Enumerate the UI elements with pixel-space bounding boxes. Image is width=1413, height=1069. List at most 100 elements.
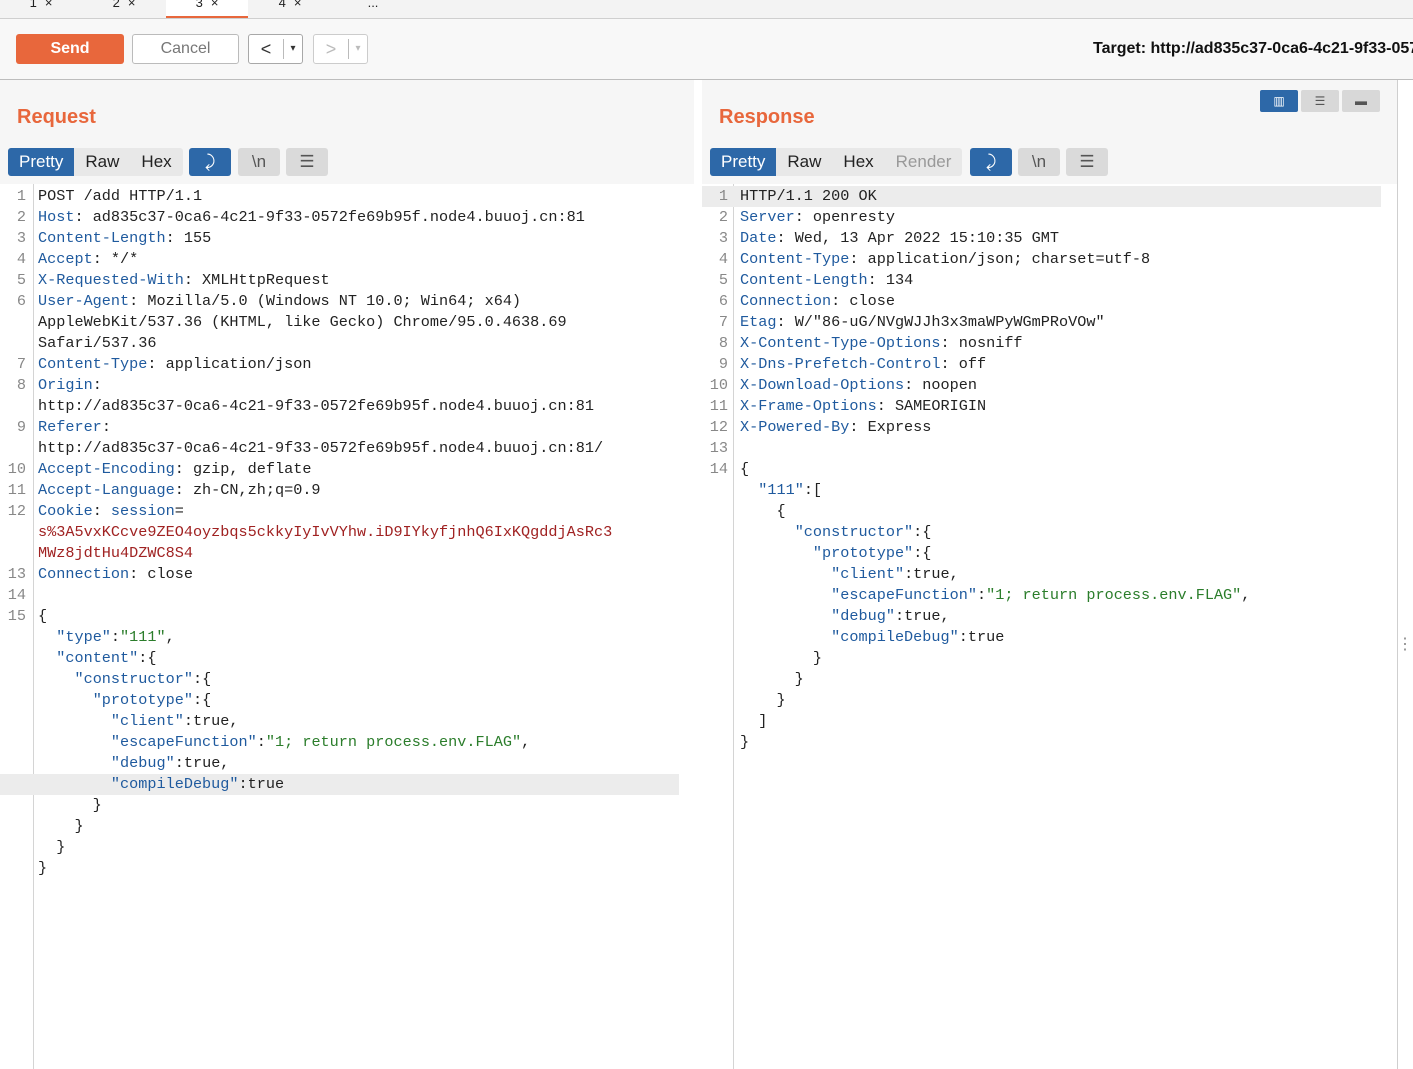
token-text: :{ bbox=[192, 670, 212, 688]
chevron-right-icon: > bbox=[325, 38, 337, 59]
close-icon[interactable]: × bbox=[128, 0, 136, 10]
close-icon[interactable]: × bbox=[294, 0, 302, 10]
repeater-tab-more[interactable]: ... bbox=[332, 0, 414, 17]
line-number: 4 bbox=[16, 250, 26, 268]
token-key: Referer bbox=[38, 418, 102, 436]
send-button[interactable]: Send bbox=[16, 34, 124, 64]
repeater-tab-3[interactable]: 3 × bbox=[166, 0, 248, 18]
token-text: POST /add HTTP/1.1 bbox=[38, 187, 203, 205]
tab-hex[interactable]: Hex bbox=[130, 148, 182, 176]
code-line: http://ad835c37-0ca6-4c21-9f33-0572fe69b… bbox=[0, 438, 679, 459]
wrap-lines-icon[interactable]: ⤸ bbox=[970, 148, 1012, 176]
token-text: : close bbox=[129, 565, 193, 583]
line-text: X-Download-Options: noopen bbox=[740, 375, 977, 396]
line-text: "constructor":{ bbox=[740, 522, 932, 543]
line-text: X-Requested-With: XMLHttpRequest bbox=[38, 270, 330, 291]
layout-vertical-icon[interactable]: ☰ bbox=[1301, 90, 1339, 112]
layout-side-by-side-icon[interactable]: ▥ bbox=[1260, 90, 1298, 112]
token-text: } bbox=[740, 670, 804, 688]
token-key: "content" bbox=[56, 649, 139, 667]
token-key: Origin bbox=[38, 376, 93, 394]
token-text: :true bbox=[238, 775, 285, 793]
token-key: Connection bbox=[38, 565, 130, 583]
line-number: 8 bbox=[718, 334, 728, 352]
code-line: 12 X-Powered-By: Express bbox=[702, 417, 1381, 438]
chevron-down-icon[interactable]: ▾ bbox=[283, 39, 302, 59]
code-line: 13 bbox=[702, 438, 1381, 459]
token-key: X-Download-Options bbox=[740, 376, 905, 394]
tab-raw[interactable]: Raw bbox=[776, 148, 832, 176]
token-key: "client" bbox=[831, 565, 905, 583]
code-line: } bbox=[702, 732, 1381, 753]
token-text: : Express bbox=[849, 418, 932, 436]
tab-render[interactable]: Render bbox=[885, 148, 963, 176]
code-line: AppleWebKit/537.36 (KHTML, like Gecko) C… bbox=[0, 312, 679, 333]
response-header: Response ▥ ☰ ▬ Pretty Raw Hex Render ⤸ \… bbox=[702, 80, 1397, 184]
token-cookie-value: s%3A5vxKCcve9ZEO4oyzbqs5ckkyIyIvVYhw.iD9… bbox=[38, 523, 613, 541]
tab-raw[interactable]: Raw bbox=[74, 148, 130, 176]
line-text: Referer: bbox=[38, 417, 111, 438]
line-text: Content-Type: application/json; charset=… bbox=[740, 249, 1150, 270]
token-string: "1; return process.env.FLAG" bbox=[265, 733, 522, 751]
wrap-lines-icon[interactable]: ⤸ bbox=[189, 148, 231, 176]
code-line: "content":{ bbox=[0, 648, 679, 669]
tab-pretty[interactable]: Pretty bbox=[710, 148, 777, 176]
repeater-tab-4[interactable]: 4 × bbox=[249, 0, 331, 17]
token-key: "debug" bbox=[831, 607, 895, 625]
token-text: { bbox=[38, 607, 48, 625]
line-text: Safari/537.36 bbox=[38, 333, 156, 354]
line-number: 12 bbox=[7, 502, 26, 520]
tab-pretty[interactable]: Pretty bbox=[8, 148, 75, 176]
line-text: Date: Wed, 13 Apr 2022 15:10:35 GMT bbox=[740, 228, 1059, 249]
close-icon[interactable]: × bbox=[45, 0, 53, 10]
token-text: : 134 bbox=[867, 271, 914, 289]
menu-icon[interactable]: ☰ bbox=[286, 148, 328, 176]
repeater-tab-2[interactable]: 2 × bbox=[83, 0, 165, 17]
line-number: 10 bbox=[7, 460, 26, 478]
line-text: "content":{ bbox=[38, 648, 157, 669]
back-button[interactable]: < ▾ bbox=[248, 34, 303, 64]
newline-icon[interactable]: \n bbox=[1018, 148, 1060, 176]
token-text: : XMLHttpRequest bbox=[183, 271, 330, 289]
code-line: 1 POST /add HTTP/1.1 bbox=[0, 186, 679, 207]
code-line: ] bbox=[702, 711, 1381, 732]
menu-icon[interactable]: ☰ bbox=[1066, 148, 1108, 176]
chevron-down-icon[interactable]: ▾ bbox=[348, 39, 367, 59]
line-text: "type":"111", bbox=[38, 627, 175, 648]
line-text: Content-Length: 134 bbox=[740, 270, 913, 291]
line-number: 5 bbox=[718, 271, 728, 289]
token-text: , bbox=[165, 628, 175, 646]
line-number: 9 bbox=[16, 418, 26, 436]
code-line: "client":true, bbox=[0, 711, 679, 732]
close-icon[interactable]: × bbox=[211, 0, 219, 10]
forward-button[interactable]: > ▾ bbox=[313, 34, 368, 64]
target-label[interactable]: Target: http://ad835c37-0ca6-4c21-9f33-0… bbox=[1093, 40, 1413, 58]
token-text: } bbox=[38, 859, 48, 877]
token-text: :{ bbox=[138, 649, 157, 667]
newline-icon[interactable]: \n bbox=[238, 148, 280, 176]
line-text: HTTP/1.1 200 OK bbox=[740, 186, 877, 207]
layout-combined-icon[interactable]: ▬ bbox=[1342, 90, 1380, 112]
response-editor[interactable]: 1 HTTP/1.1 200 OK 2 Server: openresty 3 Date:… bbox=[702, 184, 1397, 1069]
repeater-tab-1[interactable]: 1 × bbox=[0, 0, 82, 17]
splitter-handle-icon[interactable]: ⋮ bbox=[695, 637, 711, 653]
line-number: 14 bbox=[709, 460, 728, 478]
code-line: 8 X-Content-Type-Options: nosniff bbox=[702, 333, 1381, 354]
tab-label: 2 bbox=[112, 0, 120, 10]
repeater-tab-strip: 1 × 2 × 3 × 4 × ... bbox=[0, 0, 1413, 19]
request-editor[interactable]: 1 POST /add HTTP/1.1 2 Host: ad835c37-0ca6-… bbox=[0, 184, 694, 1069]
line-text: "111":[ bbox=[740, 480, 822, 501]
token-key: X-Powered-By bbox=[740, 418, 850, 436]
line-text: Accept: */* bbox=[38, 249, 138, 270]
splitter-handle-icon[interactable]: ⋮ bbox=[1397, 637, 1413, 653]
tab-hex[interactable]: Hex bbox=[832, 148, 884, 176]
cancel-button[interactable]: Cancel bbox=[132, 34, 239, 64]
token-key: Accept-Language bbox=[38, 481, 175, 499]
line-text: } bbox=[740, 648, 822, 669]
